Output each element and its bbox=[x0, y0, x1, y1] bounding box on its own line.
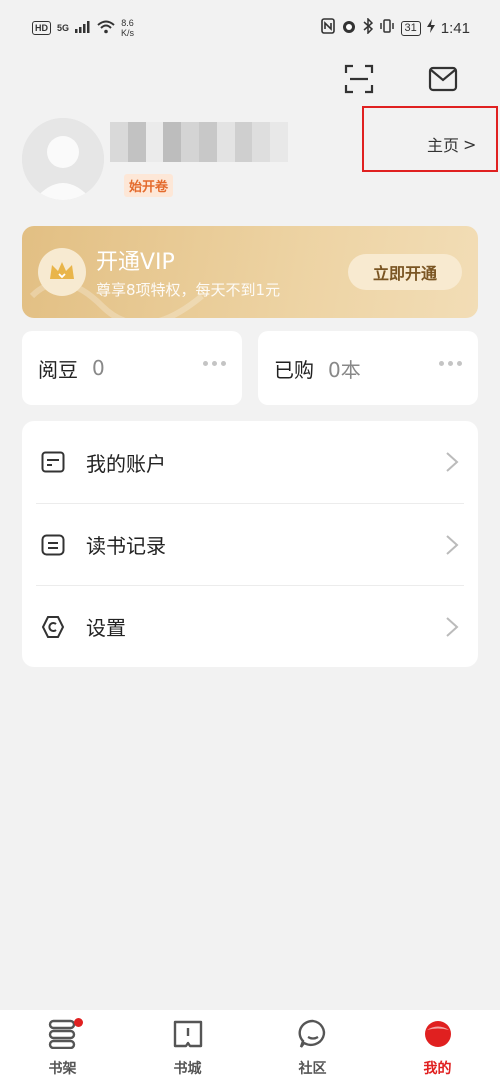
bluetooth-icon bbox=[363, 17, 373, 38]
tab-community[interactable]: 社区 bbox=[250, 1010, 375, 1084]
top-actions bbox=[342, 64, 460, 98]
bookstore-icon bbox=[170, 1016, 206, 1052]
stat-label: 已购 bbox=[274, 357, 314, 382]
chevron-right-icon bbox=[444, 534, 460, 556]
status-right: 31 1:41 bbox=[320, 17, 470, 38]
user-tag: 始开卷 bbox=[124, 174, 174, 197]
alarm-icon bbox=[341, 18, 357, 38]
wifi-icon bbox=[97, 20, 115, 37]
nfc-icon bbox=[320, 18, 335, 38]
message-button[interactable] bbox=[426, 64, 460, 98]
status-bar: HD 5G 8.6 K/s 31 1:41 bbox=[0, 0, 500, 56]
hd-indicator: HD bbox=[32, 21, 51, 35]
reading-beans-card[interactable]: 阅豆 0 bbox=[22, 331, 242, 405]
menu-label: 读书记录 bbox=[86, 534, 166, 558]
chevron-right-icon: > bbox=[463, 134, 477, 154]
avatar[interactable] bbox=[22, 118, 104, 200]
menu-item-settings[interactable]: 设置 bbox=[36, 585, 464, 667]
bottom-nav: 书架 书城 社区 我的 bbox=[0, 1010, 500, 1084]
homepage-label: 主页 bbox=[427, 136, 460, 155]
homepage-link[interactable]: 主页 > bbox=[427, 132, 476, 156]
menu-item-account[interactable]: 我的账户 bbox=[22, 421, 478, 503]
charging-icon bbox=[426, 19, 435, 37]
vibrate-icon bbox=[379, 19, 395, 37]
crown-icon bbox=[38, 248, 86, 296]
vip-title: 开通VIP bbox=[96, 250, 175, 275]
nav-label: 我的 bbox=[423, 1061, 452, 1077]
default-avatar-icon bbox=[22, 118, 104, 200]
clock: 1:41 bbox=[440, 19, 470, 37]
net-speed: 8.6 K/s bbox=[121, 18, 134, 38]
settings-icon bbox=[40, 614, 66, 640]
speed-unit: K/s bbox=[121, 28, 135, 38]
chevron-right-icon bbox=[444, 616, 460, 638]
scan-icon bbox=[344, 64, 374, 98]
network-signal: 5G bbox=[57, 23, 70, 33]
status-left: HD 5G 8.6 K/s bbox=[32, 18, 134, 38]
stat-label: 阅豆 bbox=[38, 357, 78, 382]
chevron-right-icon bbox=[444, 451, 460, 473]
nav-label: 书城 bbox=[173, 1061, 202, 1077]
nav-label: 书架 bbox=[48, 1061, 77, 1077]
vip-banner[interactable]: 开通VIP 尊享8项特权，每天不到1元 立即开通 bbox=[22, 226, 478, 318]
bookshelf-icon bbox=[45, 1016, 83, 1052]
more-icon bbox=[439, 361, 462, 366]
speed-value: 8.6 bbox=[121, 18, 134, 28]
notification-dot bbox=[73, 1018, 83, 1027]
nav-label: 社区 bbox=[298, 1061, 327, 1077]
open-vip-button[interactable]: 立即开通 bbox=[348, 254, 462, 290]
signal-bars-icon bbox=[75, 20, 91, 36]
tab-me[interactable]: 我的 bbox=[375, 1010, 500, 1084]
vip-subtitle: 尊享8项特权，每天不到1元 bbox=[96, 281, 281, 299]
menu-label: 设置 bbox=[86, 616, 126, 640]
menu-item-reading-history[interactable]: 读书记录 bbox=[36, 503, 464, 585]
stat-value: 0 bbox=[92, 356, 105, 380]
scan-button[interactable] bbox=[342, 64, 376, 98]
menu-label: 我的账户 bbox=[86, 451, 166, 476]
battery-level: 31 bbox=[400, 20, 421, 36]
wallet-icon bbox=[40, 449, 66, 475]
username-mosaic bbox=[110, 122, 288, 162]
more-icon bbox=[203, 361, 226, 366]
menu-list: 我的账户 读书记录 设置 bbox=[22, 421, 478, 667]
mail-icon bbox=[428, 66, 458, 96]
tab-bookstore[interactable]: 书城 bbox=[125, 1010, 250, 1084]
purchased-card[interactable]: 已购 0本 bbox=[258, 331, 478, 405]
me-icon bbox=[420, 1016, 456, 1052]
community-icon bbox=[295, 1016, 331, 1052]
tab-bookshelf[interactable]: 书架 bbox=[0, 1010, 125, 1084]
stat-value: 0本 bbox=[328, 357, 361, 382]
record-icon bbox=[40, 532, 66, 558]
